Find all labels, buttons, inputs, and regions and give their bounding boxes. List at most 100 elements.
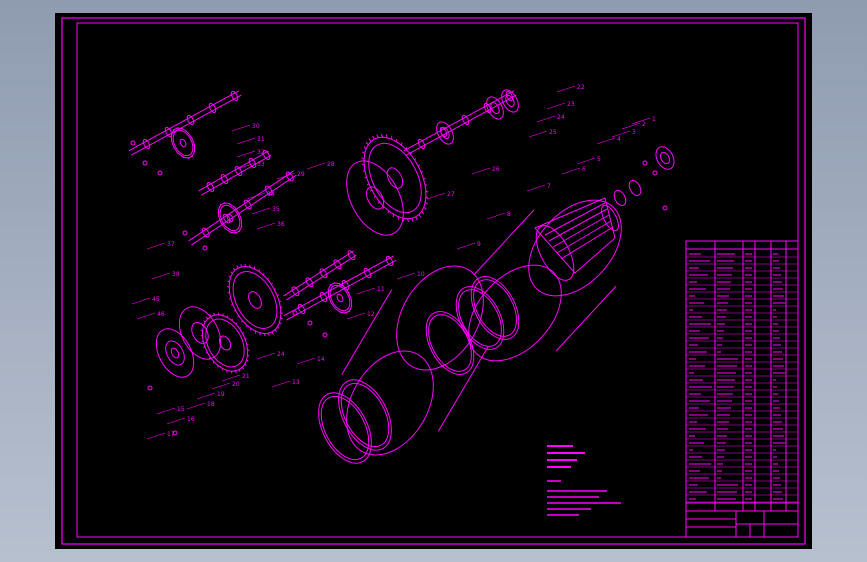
- fastener: [130, 140, 136, 146]
- callout-leader: [231, 124, 251, 132]
- callout-number: 20: [232, 381, 240, 388]
- callout-leader: [146, 242, 166, 250]
- fastener: [202, 245, 208, 251]
- callout-number: 11: [377, 286, 385, 293]
- callout-number: 25: [549, 129, 557, 136]
- outer-border: [61, 17, 806, 545]
- callout-number: 2: [642, 121, 646, 128]
- callout-leader: [146, 432, 166, 440]
- callout-number: 19: [217, 391, 225, 398]
- callout-number: 21: [242, 373, 250, 380]
- short-shaft: [198, 149, 272, 196]
- callout-leader: [546, 102, 566, 110]
- callout-number: 4: [617, 136, 621, 143]
- callout-number: 18: [207, 401, 215, 408]
- callout-number: 37: [167, 241, 175, 248]
- callout-number: 32: [257, 149, 265, 156]
- small-gear: [217, 201, 243, 235]
- short-shaft: [283, 250, 357, 301]
- callout-number: 22: [577, 84, 585, 91]
- planet-carrier: [534, 197, 619, 281]
- small-gear: [170, 126, 196, 160]
- callout-leader: [151, 272, 171, 280]
- callout-leader: [471, 167, 491, 175]
- callout-number: 14: [317, 356, 325, 363]
- callout-leader: [426, 192, 446, 200]
- callout-leader: [236, 137, 256, 145]
- callout-leader: [346, 312, 366, 320]
- callout-number: 29: [297, 171, 305, 178]
- callout-leader: [528, 130, 548, 138]
- callout-leader: [561, 167, 581, 175]
- retaining-ring: [338, 379, 392, 451]
- end-cap: [655, 146, 675, 170]
- fastener: [292, 310, 298, 316]
- callout-number: 36: [277, 221, 285, 228]
- housing-cover: [346, 160, 404, 236]
- washer: [613, 190, 627, 206]
- callout-leader: [611, 130, 631, 138]
- callout-leader: [631, 117, 651, 125]
- callout-number: 33: [257, 161, 265, 168]
- callout-leader: [156, 407, 176, 415]
- bolt: [652, 170, 658, 176]
- bearing: [486, 96, 504, 120]
- callout-number: 17: [167, 431, 175, 438]
- callout-number: 46: [157, 311, 165, 318]
- callout-number: 10: [417, 271, 425, 278]
- callout-number: 9: [477, 241, 481, 248]
- callout-leader: [596, 137, 616, 145]
- callout-leader: [211, 382, 231, 390]
- bolt: [662, 205, 668, 211]
- callout-leader: [576, 157, 596, 165]
- drive-shaft: [403, 90, 517, 156]
- technical-notes: [547, 445, 621, 516]
- callout-number: 26: [492, 166, 500, 173]
- callout-leader: [296, 357, 316, 365]
- callout-leader: [621, 122, 641, 130]
- callout-number: 3: [632, 129, 636, 136]
- callout-number: 24: [557, 114, 565, 121]
- callout-number: 6: [582, 166, 586, 173]
- callout-number: 1: [652, 116, 656, 123]
- intermediate-shaft: [188, 170, 297, 246]
- callout-leader: [306, 162, 326, 170]
- callout-leader: [356, 287, 376, 295]
- callout-number: 7: [547, 183, 551, 190]
- bearing: [501, 89, 519, 113]
- callout-leader: [236, 150, 256, 158]
- callout-number: 31: [257, 136, 265, 143]
- callout-number: 35: [272, 206, 280, 213]
- callout-leader: [526, 184, 546, 192]
- callout-leader: [256, 222, 276, 230]
- washer: [628, 180, 642, 196]
- callout-leader: [166, 417, 186, 425]
- cad-viewport[interactable]: 22 23 24 25 26 27 28 29 30 31 32 33 34 35 36 37 38 45 46 15…: [55, 13, 812, 549]
- title-block: [685, 240, 799, 538]
- callout-leader: [186, 402, 206, 410]
- bearing-plate: [178, 306, 222, 360]
- input-shaft: [128, 90, 242, 156]
- callout-number: 15: [177, 406, 185, 413]
- callout-number: 5: [597, 156, 601, 163]
- fastener: [157, 170, 163, 176]
- callout-number: 38: [172, 271, 180, 278]
- callout-leader: [251, 207, 271, 215]
- callout-number: 12: [367, 311, 375, 318]
- callout-number: 24: [277, 351, 285, 358]
- callout-leader: [536, 115, 556, 123]
- callout-leader: [131, 297, 151, 305]
- fastener: [147, 385, 153, 391]
- callout-leader: [556, 85, 576, 93]
- callout-number: 27: [447, 191, 455, 198]
- retaining-ring: [318, 392, 372, 464]
- callout-leader: [271, 380, 291, 388]
- callout-number: 13: [292, 379, 300, 386]
- ring-gear: [361, 133, 429, 223]
- callout-leader: [256, 352, 276, 360]
- callout-number: 45: [152, 296, 160, 303]
- large-gear: [226, 263, 284, 337]
- callout-leader: [486, 212, 506, 220]
- callout-leader: [136, 312, 156, 320]
- fastener: [322, 332, 328, 338]
